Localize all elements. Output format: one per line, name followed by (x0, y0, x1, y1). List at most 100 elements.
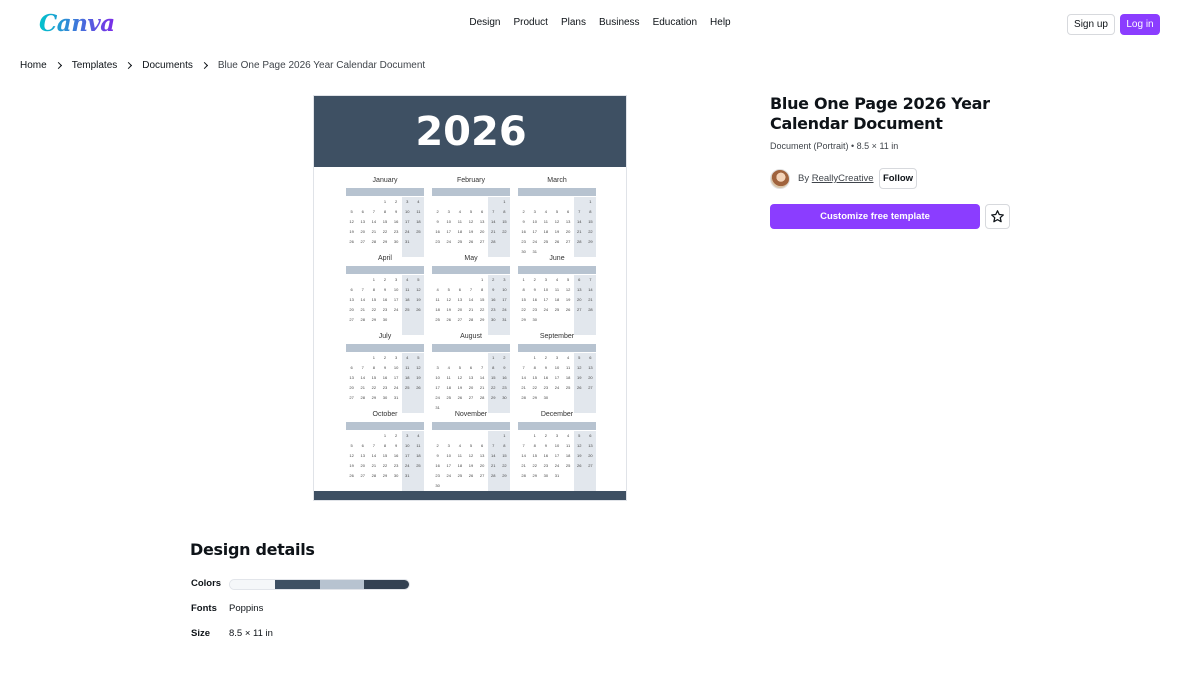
day-cell: 19 (565, 297, 571, 302)
day-cell (346, 197, 357, 207)
day-cell: 7 (469, 287, 473, 292)
nav-education[interactable]: Education (653, 17, 697, 28)
day-cell (551, 197, 562, 207)
day-cell: 6 (350, 287, 353, 292)
day-cell: 21 (487, 227, 499, 237)
day-cell: 9 (487, 285, 499, 295)
day-cell: 27 (479, 473, 485, 478)
day-cell: 6 (481, 443, 484, 448)
nav-help[interactable]: Help (710, 17, 731, 28)
chevron-right-icon (200, 61, 208, 70)
day-cell (401, 481, 413, 491)
day-cell: 12 (554, 219, 560, 224)
day-cell: 2 (544, 433, 547, 438)
day-cell: 25 (565, 463, 571, 468)
nav-plans[interactable]: Plans (561, 17, 586, 28)
day-cell: 9 (395, 443, 398, 448)
nav-design[interactable]: Design (469, 17, 500, 28)
day-cell: 27 (349, 395, 354, 400)
day-cell: 4 (412, 431, 424, 441)
template-preview[interactable]: 2026 January 1 2 3 4 5 6 7 8 9 10 11 12 13 14 15 16 17 18 1… (313, 95, 627, 501)
day-cell: 26 (457, 395, 463, 400)
day-cell: 29 (532, 473, 537, 478)
day-cell: 15 (371, 297, 377, 302)
author-link[interactable]: ReallyCreative (812, 173, 874, 184)
day-cell: 2 (544, 355, 547, 360)
day-cell: 3 (498, 275, 510, 285)
day-cell: 2 (487, 275, 499, 285)
day-cell: 5 (469, 443, 473, 448)
breadcrumb-templates[interactable]: Templates (72, 60, 118, 71)
sign-up-button[interactable]: Sign up (1067, 14, 1115, 35)
breadcrumb-home[interactable]: Home (20, 60, 47, 71)
customize-template-button[interactable]: Customize free template (770, 204, 980, 229)
day-cell: 3 (555, 433, 559, 438)
day-cell (368, 481, 379, 491)
day-cell (412, 393, 424, 403)
month-name: May (464, 255, 478, 262)
color-swatch[interactable] (364, 580, 409, 589)
author-avatar[interactable] (770, 169, 790, 189)
day-cell: 14 (584, 285, 596, 295)
day-cell: 17 (554, 453, 560, 458)
color-palette[interactable] (229, 579, 410, 590)
day-cell: 16 (382, 297, 388, 302)
day-cell: 18 (457, 463, 463, 468)
day-cell: 31 (401, 471, 413, 481)
day-cell: 6 (361, 209, 364, 214)
favorite-button[interactable] (985, 204, 1010, 229)
nav-business[interactable]: Business (599, 17, 640, 28)
day-cell: 15 (532, 453, 537, 458)
day-cell: 11 (566, 365, 571, 370)
day-cell: 5 (555, 209, 559, 214)
day-cell: 1 (498, 197, 510, 207)
day-cell: 12 (565, 287, 571, 292)
day-cell: 10 (401, 441, 413, 451)
breadcrumb-current: Blue One Page 2026 Year Calendar Documen… (217, 60, 426, 71)
calendar-footer-bar (314, 491, 626, 500)
nav-product[interactable]: Product (514, 17, 548, 28)
day-cell: 27 (457, 317, 463, 322)
day-cell: 6 (481, 209, 484, 214)
day-cell: 3 (401, 197, 413, 207)
day-cell (368, 431, 379, 441)
day-cell: 23 (543, 385, 549, 390)
day-cell: 25 (412, 227, 424, 237)
color-swatch[interactable] (319, 580, 365, 589)
day-cell (487, 431, 499, 441)
day-cell: 29 (532, 395, 537, 400)
colors-label: Colors (191, 578, 222, 589)
day-cell: 7 (487, 207, 499, 217)
day-cell: 13 (584, 441, 596, 451)
day-cell: 5 (573, 353, 585, 363)
color-swatch[interactable] (230, 580, 275, 589)
design-details-heading: Design details (190, 540, 315, 559)
day-cell: 10 (532, 219, 537, 224)
day-cell: 20 (349, 385, 354, 390)
day-cell: 9 (395, 209, 398, 214)
day-cell: 8 (533, 365, 536, 370)
day-cell: 24 (543, 307, 549, 312)
day-cell: 10 (554, 443, 560, 448)
day-cell: 20 (468, 385, 474, 390)
color-swatch[interactable] (274, 580, 320, 589)
day-cell (412, 481, 424, 491)
day-cell: 3 (544, 277, 547, 282)
day-cell (529, 481, 540, 491)
day-cell: 17 (393, 297, 399, 302)
day-cell (454, 275, 465, 285)
day-cell: 8 (487, 363, 499, 373)
day-cell: 25 (543, 239, 549, 244)
follow-button[interactable]: Follow (879, 168, 917, 189)
day-cell: 21 (584, 295, 596, 305)
breadcrumb-documents[interactable]: Documents (142, 60, 193, 71)
day-cell: 26 (349, 473, 354, 478)
day-cell: 15 (371, 375, 377, 380)
day-cell: 16 (498, 373, 510, 383)
day-cell: 26 (412, 305, 424, 315)
day-cell: 21 (573, 227, 585, 237)
log-in-button[interactable]: Log in (1120, 14, 1160, 35)
day-cell: 14 (468, 297, 474, 302)
day-cell: 30 (487, 315, 499, 325)
calendar-month: November 1 2 3 4 5 6 7 8 9 10 11 12 13 14 15 16 17 18 19 20 2… (432, 410, 510, 491)
